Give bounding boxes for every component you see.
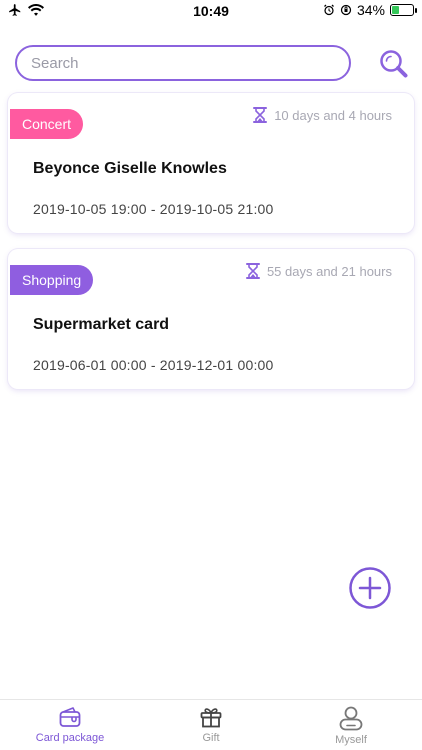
card-shopping[interactable]: Shopping 55 days and 21 hours Supermarke… bbox=[8, 249, 414, 389]
wallet-icon bbox=[59, 707, 81, 727]
card-time-range: 2019-10-05 19:00 - 2019-10-05 21:00 bbox=[33, 201, 274, 217]
search-button[interactable] bbox=[378, 48, 410, 80]
battery-icon bbox=[390, 4, 417, 16]
tab-label: Card package bbox=[35, 732, 105, 744]
countdown-text: 55 days and 21 hours bbox=[266, 263, 392, 279]
countdown-text: 10 days and 4 hours bbox=[274, 107, 392, 123]
tab-label: Gift bbox=[202, 732, 220, 744]
card-title: Beyonce Giselle Knowles bbox=[33, 160, 227, 177]
tab-bar: Card package Gift Myself bbox=[0, 699, 422, 750]
tab-gift[interactable]: Gift bbox=[141, 705, 281, 744]
battery-fill bbox=[392, 6, 399, 14]
gift-icon bbox=[200, 708, 222, 728]
card-time-range: 2019-06-01 00:00 - 2019-12-01 00:00 bbox=[33, 357, 274, 373]
search-box[interactable] bbox=[15, 45, 351, 81]
rotation-lock-icon bbox=[340, 4, 352, 16]
status-right: 34% bbox=[323, 2, 417, 18]
card-concert[interactable]: Concert 10 days and 4 hours Beyonce Gise… bbox=[8, 93, 414, 233]
card-tag: Concert bbox=[10, 109, 84, 139]
card-title: Supermarket card bbox=[33, 316, 170, 333]
countdown: 10 days and 4 hours bbox=[253, 107, 392, 123]
person-icon bbox=[339, 706, 363, 731]
alarm-icon bbox=[324, 4, 334, 16]
tab-label: Myself bbox=[335, 734, 367, 746]
status-bar: 10:49 34% bbox=[0, 0, 422, 22]
card-tag: Shopping bbox=[10, 265, 94, 295]
search-icon bbox=[380, 50, 408, 78]
hourglass-icon bbox=[253, 107, 268, 123]
tab-card-package[interactable]: Card package bbox=[0, 705, 140, 744]
hourglass-icon bbox=[245, 263, 260, 279]
battery-percent: 34% bbox=[356, 2, 385, 18]
search-input[interactable] bbox=[31, 54, 349, 72]
plus-icon bbox=[349, 567, 391, 609]
tab-myself[interactable]: Myself bbox=[281, 705, 421, 746]
add-card-button[interactable] bbox=[349, 567, 391, 609]
countdown: 55 days and 21 hours bbox=[245, 263, 392, 279]
